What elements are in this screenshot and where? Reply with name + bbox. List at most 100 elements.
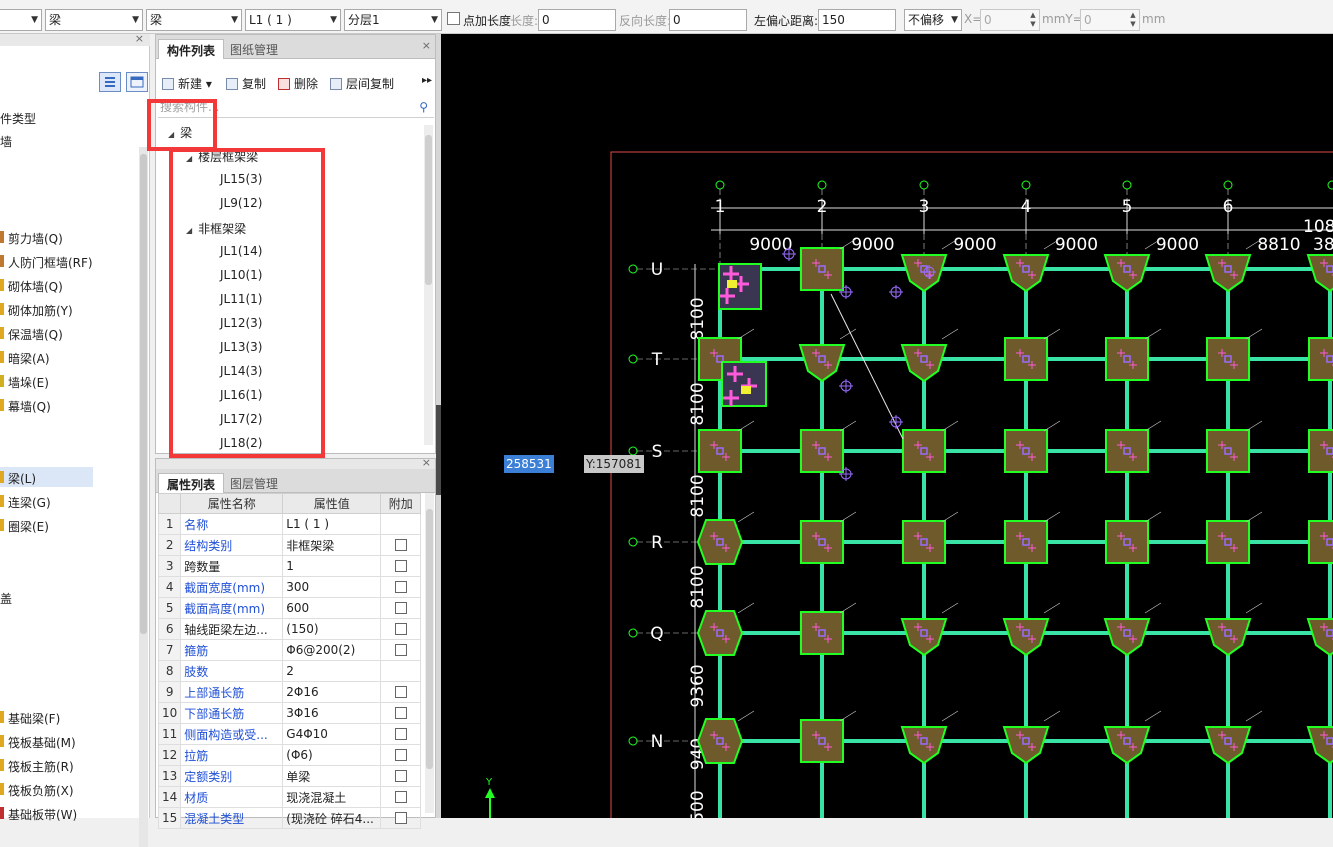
table-row[interactable]: 3 跨数量 1 (157, 555, 422, 577)
x-input[interactable]: 0 ▲ ▼ (980, 9, 1040, 31)
expand-icon[interactable]: ◢ (186, 154, 192, 163)
category-item[interactable]: 人防门框墙(RF) (8, 254, 93, 271)
search-input[interactable]: 搜索构件... ⚲ (158, 98, 434, 118)
table-row[interactable]: 8 肢数 2 (157, 660, 422, 682)
more-icon[interactable]: ▸▸ (422, 75, 432, 86)
extra-checkbox[interactable] (394, 812, 407, 824)
cad-drawing[interactable]: 1 2 3 4 5 6 10838 9000 9000 9000 9000 9000 8810 U T S R Q… (441, 34, 1333, 818)
delete-button[interactable]: 删除 (278, 75, 318, 92)
tree-root[interactable]: ◢ 梁 (168, 124, 192, 141)
drawing-canvas[interactable]: 1 2 3 4 5 6 108 38 9000 9000 9000 9000 9000 8810 U T S R Q… (441, 34, 1333, 818)
extra-checkbox[interactable] (394, 728, 407, 740)
tree-item[interactable]: JL14(3) (220, 364, 263, 378)
category-item[interactable]: 圈梁(E) (8, 518, 49, 535)
property-value[interactable]: (现浇砼 碎石4... (282, 807, 382, 829)
tree-item[interactable]: JL15(3) (220, 172, 263, 186)
property-value[interactable]: (150) (282, 618, 382, 640)
table-row[interactable]: 11 侧面构造或受... G4Φ10 (157, 723, 422, 745)
tree-item[interactable]: JL17(2) (220, 412, 263, 426)
type-combo[interactable]: 梁 ▼ (45, 9, 143, 31)
property-value[interactable]: 2Φ16 (282, 681, 382, 703)
table-row[interactable]: 5 截面高度(mm) 600 (157, 597, 422, 619)
table-row[interactable]: 15 混凝土类型 (现浇砼 碎石4... (157, 807, 422, 829)
floor-combo[interactable]: ▼ (0, 9, 42, 31)
table-row[interactable]: 9 上部通长筋 2Φ16 (157, 681, 422, 703)
close-icon[interactable]: × (422, 39, 431, 52)
property-value[interactable]: (Φ6) (282, 744, 382, 766)
new-button[interactable]: 新建 ▾ (162, 75, 212, 92)
tree-item[interactable]: JL10(1) (220, 268, 263, 282)
tree-item[interactable]: JL12(3) (220, 316, 263, 330)
left-offset-input[interactable]: 150 (818, 9, 896, 31)
floor-copy-button[interactable]: 层间复制 (330, 75, 394, 92)
extra-checkbox[interactable] (394, 581, 407, 593)
extra-checkbox[interactable] (394, 644, 407, 656)
table-row[interactable]: 1 名称 L1 ( 1 ) (157, 513, 422, 535)
tree-group[interactable]: ◢ 非框架梁 (186, 220, 246, 237)
spinner-icon[interactable]: ▲ ▼ (1028, 11, 1038, 29)
component-combo[interactable]: L1 ( 1 ) ▼ (245, 9, 341, 31)
tree-item[interactable]: JL16(1) (220, 388, 263, 402)
extra-checkbox[interactable] (394, 791, 407, 803)
scrollbar-thumb[interactable] (140, 154, 147, 634)
property-value[interactable]: 1 (282, 555, 382, 577)
coord-x-input[interactable]: 258531 (504, 455, 554, 473)
table-row[interactable]: 2 结构类别 非框架梁 (157, 534, 422, 556)
subtype-combo[interactable]: 梁 ▼ (146, 9, 242, 31)
layer-combo[interactable]: 分层1 ▼ (344, 9, 442, 31)
table-row[interactable]: 6 轴线距梁左边... (150) (157, 618, 422, 640)
category-item[interactable]: 盖 (0, 590, 12, 607)
tree-item[interactable]: JL13(3) (220, 340, 263, 354)
extra-checkbox[interactable] (394, 539, 407, 551)
scrollbar-thumb[interactable] (425, 135, 432, 285)
category-item[interactable]: 筏板负筋(X) (8, 782, 74, 799)
category-item[interactable]: 筏板主筋(R) (8, 758, 74, 775)
category-item[interactable]: 梁(L) (8, 470, 36, 487)
extra-checkbox[interactable] (394, 770, 407, 782)
search-icon[interactable]: ⚲ (419, 98, 428, 116)
tree-item[interactable]: JL11(1) (220, 292, 263, 306)
table-row[interactable]: 12 拉筋 (Φ6) (157, 744, 422, 766)
length-input[interactable]: 0 (538, 9, 616, 31)
property-value[interactable]: 2 (282, 660, 382, 682)
tab-layer-management[interactable]: 图层管理 (222, 473, 286, 493)
category-item[interactable]: 连梁(G) (8, 494, 51, 511)
category-item[interactable]: 筏板基础(M) (8, 734, 76, 751)
scrollbar-thumb[interactable] (426, 509, 433, 769)
property-value[interactable]: 600 (282, 597, 382, 619)
spinner-icon[interactable]: ▲ ▼ (1128, 11, 1138, 29)
extra-checkbox[interactable] (394, 686, 407, 698)
category-item[interactable]: 砌体加筋(Y) (8, 302, 73, 319)
extra-checkbox[interactable] (394, 560, 407, 572)
tile-view-icon[interactable] (126, 72, 148, 92)
category-item[interactable]: 墙垛(E) (8, 374, 49, 391)
category-item[interactable]: 保温墙(Q) (8, 326, 63, 343)
property-value[interactable]: 3Φ16 (282, 702, 382, 724)
point-length-checkbox[interactable] (447, 12, 460, 25)
category-item[interactable]: 剪力墙(Q) (8, 230, 63, 247)
tab-property-list[interactable]: 属性列表 (158, 473, 225, 493)
list-view-icon[interactable] (99, 72, 121, 92)
copy-button[interactable]: 复制 (226, 75, 266, 92)
category-item[interactable]: 幕墙(Q) (8, 398, 51, 415)
property-value[interactable]: L1 ( 1 ) (282, 513, 382, 535)
category-item[interactable]: 砌体墙(Q) (8, 278, 63, 295)
table-row[interactable]: 13 定额类别 单梁 (157, 765, 422, 787)
category-item[interactable]: 基础板带(W) (8, 806, 77, 823)
property-value[interactable]: Φ6@200(2) (282, 639, 382, 661)
category-item[interactable]: 基础梁(F) (8, 710, 60, 727)
category-item[interactable]: 件类型 (0, 110, 36, 127)
close-icon[interactable]: × (135, 32, 144, 45)
table-row[interactable]: 7 箍筋 Φ6@200(2) (157, 639, 422, 661)
offset-mode-combo[interactable]: 不偏移 ▼ (904, 9, 962, 31)
extra-checkbox[interactable] (394, 602, 407, 614)
expand-icon[interactable]: ◢ (186, 226, 192, 235)
table-row[interactable]: 14 材质 现浇混凝土 (157, 786, 422, 808)
table-row[interactable]: 10 下部通长筋 3Φ16 (157, 702, 422, 724)
y-input[interactable]: 0 ▲ ▼ (1080, 9, 1140, 31)
property-value[interactable]: 300 (282, 576, 382, 598)
tab-drawing-management[interactable]: 图纸管理 (222, 39, 286, 59)
tree-group[interactable]: ◢ 楼层框架梁 (186, 148, 258, 165)
tree-item[interactable]: JL1(14) (220, 244, 263, 258)
property-value[interactable]: 非框架梁 (282, 534, 382, 556)
